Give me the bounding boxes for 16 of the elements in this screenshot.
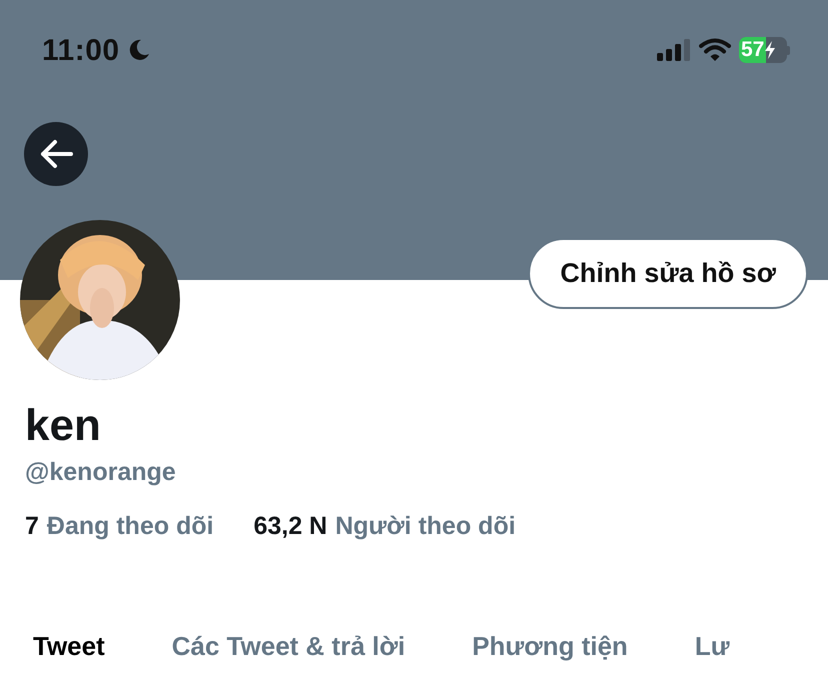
profile-name: ken: [25, 402, 102, 450]
status-time: 11:00: [42, 32, 120, 68]
stat-count: 63,2 N: [254, 510, 328, 542]
back-arrow-icon: [39, 139, 73, 169]
stat-label[interactable]: Đang theo dõi: [46, 508, 214, 546]
battery-percent: 57: [740, 37, 764, 63]
profile-tab[interactable]: Tweet: [33, 627, 105, 666]
signal-icon: [657, 39, 691, 61]
stat-count: 7: [25, 510, 39, 542]
profile-tab[interactable]: Các Tweet & trả lời: [172, 627, 406, 666]
profile-tab[interactable]: Lư: [694, 627, 730, 666]
profile-handle: @kenorange: [25, 457, 177, 488]
edit-profile-button[interactable]: Chỉnh sửa hồ sơ: [528, 238, 808, 308]
stat-label[interactable]: Người theo dõi: [335, 508, 516, 546]
profile-tab[interactable]: Phương tiện: [472, 627, 628, 666]
wifi-icon: [699, 38, 731, 62]
